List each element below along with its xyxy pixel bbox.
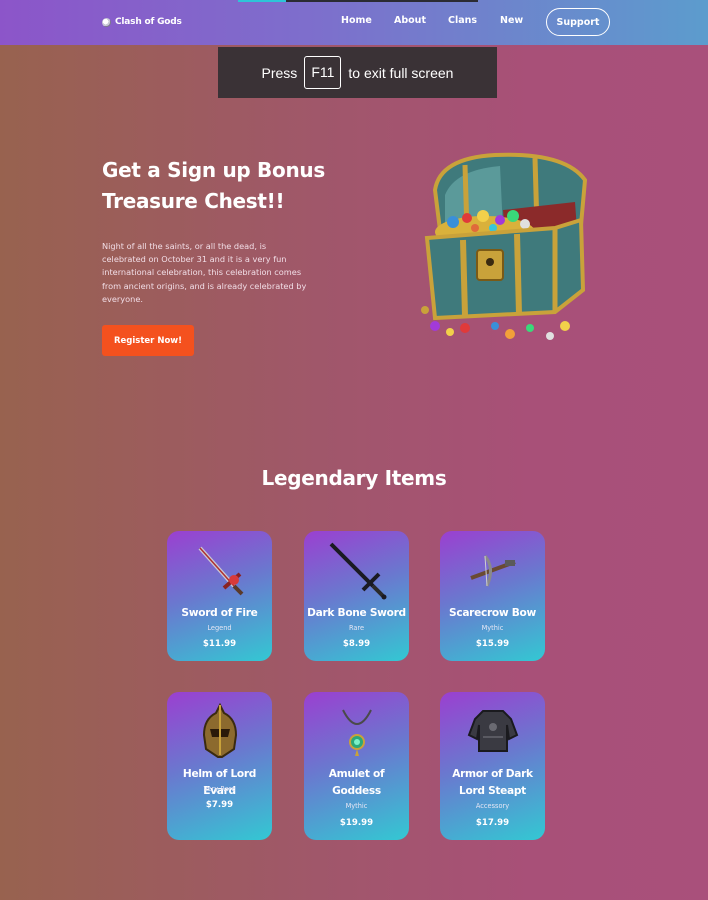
nav-link-about[interactable]: About: [394, 15, 426, 26]
armor-icon: [467, 710, 518, 752]
item-card-armor-of-dark-lord-steapt[interactable]: Armor of Dark Lord Steapt Accessory $17.…: [440, 692, 545, 840]
item-card-dark-bone-sword[interactable]: Dark Bone Sword Rare $8.99: [304, 531, 409, 661]
item-price: $17.99: [475, 818, 510, 828]
item-name: Helm of Lord Evard: [182, 768, 257, 797]
helmet-icon: [202, 703, 237, 758]
item-price: $11.99: [202, 639, 237, 649]
item-card-amulet-of-goddess[interactable]: Amulet of Goddess Mythic $19.99: [304, 692, 409, 840]
nav-top-accent: [238, 0, 478, 2]
fire-sword-icon: [198, 546, 243, 596]
item-card-sword-of-fire[interactable]: Sword of Fire Legend $11.99: [167, 531, 272, 661]
item-card-helm-of-lord-evard[interactable]: Helm of Lord Evard Very Rare $7.99: [167, 692, 272, 840]
brand-name: Clash of Gods: [115, 17, 182, 27]
nav-link-new[interactable]: New: [500, 15, 523, 26]
hero-title: Get a Sign up Bonus Treasure Chest!!: [102, 155, 352, 217]
item-price: $8.99: [342, 639, 371, 649]
treasure-chest-icon: [421, 152, 588, 340]
item-rarity: Mythic: [481, 624, 504, 632]
item-name: Amulet of Goddess: [328, 768, 385, 797]
nav-link-home[interactable]: Home: [341, 15, 372, 26]
item-price: $19.99: [339, 818, 374, 828]
item-card-scarecrow-bow[interactable]: Scarecrow Bow Mythic $15.99: [440, 531, 545, 661]
crossbow-icon: [469, 555, 516, 587]
legendary-items-title: Legendary Items: [261, 466, 447, 490]
amulet-icon: [341, 709, 372, 756]
item-name: Dark Bone Sword: [307, 607, 406, 619]
fullscreen-notice-suffix: to exit full screen: [348, 64, 454, 81]
item-rarity: Mythic: [345, 802, 368, 810]
hero-description: Night of all the saints, or all the dead…: [102, 241, 307, 304]
fullscreen-notice-prefix: Press: [261, 64, 298, 81]
item-name: Armor of Dark Lord Steapt: [452, 768, 533, 797]
support-button[interactable]: Support: [546, 8, 610, 36]
hero-title-line1: Get a Sign up Bonus: [102, 158, 325, 182]
item-price: $7.99: [205, 800, 234, 810]
item-name: Sword of Fire: [181, 607, 258, 619]
item-rarity: Accessory: [475, 802, 510, 810]
item-rarity: Legend: [207, 624, 232, 632]
f11-key: F11: [304, 56, 342, 89]
item-rarity: Very Rare: [203, 785, 236, 793]
item-price: $15.99: [475, 639, 510, 649]
hero-title-line2: Treasure Chest!!: [102, 189, 285, 213]
top-navbar: Clash of Gods Home About Clans New Suppo…: [0, 0, 708, 45]
item-rarity: Rare: [348, 624, 365, 632]
item-name: Scarecrow Bow: [449, 607, 536, 619]
dark-sword-icon: [329, 542, 386, 600]
brand-logo[interactable]: Clash of Gods: [102, 14, 182, 30]
brand-icon: [102, 17, 111, 27]
register-button[interactable]: Register Now!: [102, 325, 194, 356]
nav-link-clans[interactable]: Clans: [448, 15, 477, 26]
fullscreen-notice: Press F11 to exit full screen: [218, 47, 497, 98]
